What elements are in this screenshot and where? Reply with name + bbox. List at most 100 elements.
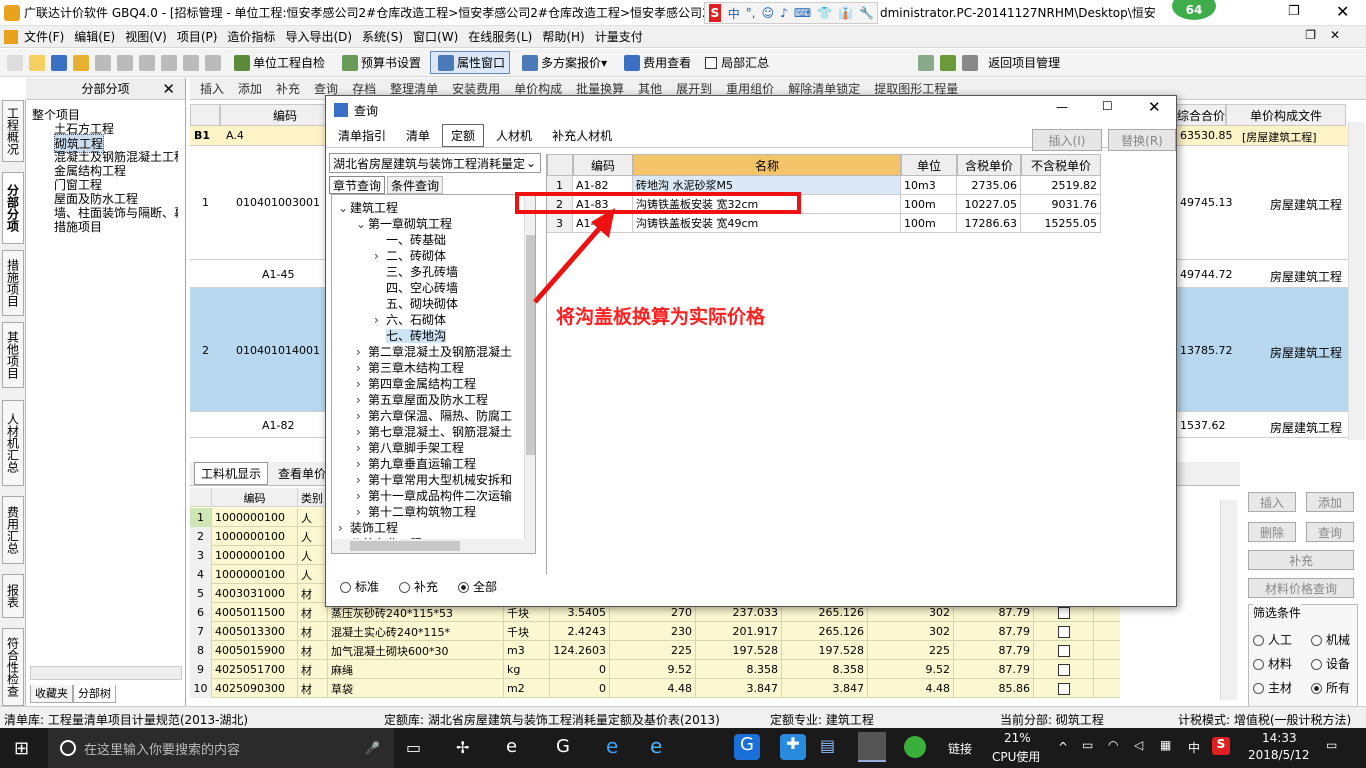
mdi-close-icon[interactable]: ✕: [1330, 28, 1340, 42]
chapter-tree-item[interactable]: › 第三章木结构工程: [356, 359, 464, 376]
tab-labor-display[interactable]: 工料机显示: [194, 462, 269, 485]
list-icon[interactable]: [962, 54, 979, 71]
tools-icon[interactable]: 🔧: [859, 6, 874, 20]
tab-supplement-lmm[interactable]: 补充人材机: [544, 125, 620, 146]
chapter-tree-item[interactable]: › 二、砖砌体: [374, 247, 446, 264]
self-check-button[interactable]: 单位工程自检: [226, 51, 330, 74]
chapter-tree-item[interactable]: › 第九章垂直运输工程: [356, 455, 476, 472]
menu-online[interactable]: 在线服务(L): [468, 28, 532, 45]
menu-import-export[interactable]: 导入导出(D): [285, 28, 352, 45]
mdi-restore-icon[interactable]: ❐: [1305, 28, 1316, 42]
radio-all[interactable]: 全部: [458, 578, 497, 595]
tab-favorites[interactable]: 收藏夹: [30, 685, 73, 703]
chapter-tree-item[interactable]: › 第十二章构筑物工程: [356, 503, 476, 520]
maximize-icon[interactable]: ☐: [1102, 99, 1113, 113]
chapter-tree-item[interactable]: › 第六章保温、隔热、防腐工: [356, 407, 512, 424]
tab-items[interactable]: 分部分项: [2, 172, 24, 244]
skin-icon[interactable]: 👕: [817, 6, 832, 20]
dialog-insert-button[interactable]: 插入(I): [1032, 129, 1102, 151]
tb2-insert[interactable]: 插入: [200, 80, 224, 97]
book-icon[interactable]: [940, 54, 957, 71]
expand-icon[interactable]: ⌄: [356, 217, 368, 231]
tab-bill-guide[interactable]: 清单指引: [330, 125, 394, 146]
menu-system[interactable]: 系统(S): [362, 28, 403, 45]
edge-icon[interactable]: e: [606, 734, 618, 758]
chapter-tree-item[interactable]: › 六、石砌体: [374, 311, 446, 328]
voice-icon[interactable]: ♪: [780, 6, 788, 20]
table-row[interactable]: 3A1-84沟铸铁盖板安装 宽49cm100m17286.6315255.05: [547, 214, 1102, 233]
tab-fee-summary[interactable]: 费用汇总: [2, 496, 24, 564]
paragraph-icon[interactable]: [918, 54, 935, 71]
ie-icon[interactable]: e: [650, 734, 662, 758]
sogou-tray-icon[interactable]: S: [1212, 737, 1230, 755]
chapter-tree-item[interactable]: › 第七章混凝土、钢筋混凝土: [356, 423, 512, 440]
restore-icon[interactable]: ❐: [1288, 4, 1300, 19]
open-icon[interactable]: [29, 54, 45, 71]
chapter-tree-item[interactable]: › 装饰工程: [338, 519, 398, 536]
task-view-icon[interactable]: ▭: [406, 738, 421, 757]
expand-icon[interactable]: ›: [356, 441, 368, 455]
add-button[interactable]: 添加: [1306, 492, 1354, 512]
menu-project[interactable]: 项目(P): [177, 28, 218, 45]
tab-other-items[interactable]: 其他项目: [2, 322, 24, 388]
cut-icon[interactable]: [95, 54, 111, 71]
menu-help[interactable]: 帮助(H): [542, 28, 584, 45]
fee-view-button[interactable]: 费用查看: [616, 51, 696, 74]
chapter-tree-item[interactable]: 五、砌块砌体: [374, 295, 458, 312]
dialog-close-icon[interactable]: ✕: [1148, 98, 1161, 116]
tab-measures[interactable]: 措施项目: [2, 250, 24, 316]
expand-icon[interactable]: ›: [356, 425, 368, 439]
delete-icon[interactable]: [161, 54, 177, 71]
expand-icon[interactable]: ›: [356, 473, 368, 487]
fan-icon[interactable]: ✢: [456, 738, 469, 757]
mic-icon[interactable]: 🎤: [365, 741, 380, 755]
chapter-tree-item[interactable]: 一、砖基础: [374, 231, 446, 248]
tab-compliance[interactable]: 符合性检查: [2, 628, 24, 706]
close-icon[interactable]: ✕: [1336, 2, 1349, 21]
radio-supplement[interactable]: 补充: [399, 578, 438, 595]
green-app-icon[interactable]: [904, 736, 926, 758]
supplement-button[interactable]: 补充: [1248, 550, 1354, 570]
tab-chapter-search[interactable]: 章节查询: [329, 176, 386, 194]
folder-icon[interactable]: [73, 54, 89, 71]
keyboard-icon[interactable]: ⌨: [794, 6, 811, 20]
delete-button[interactable]: 删除: [1248, 522, 1296, 542]
expand-icon[interactable]: ›: [356, 345, 368, 359]
price-query-button[interactable]: 材料价格查询: [1248, 578, 1354, 598]
query-button[interactable]: 查询: [1306, 522, 1354, 542]
undo-icon[interactable]: [183, 54, 199, 71]
search-box[interactable]: 在这里输入你要搜索的内容 🎤: [48, 728, 394, 768]
chapter-tree-item[interactable]: › 第五章屋面及防水工程: [356, 391, 488, 408]
tab-unit-price[interactable]: 查看单价: [272, 463, 332, 484]
table-row[interactable]: 10 4025090300 材草袋 m2 0 4.48 3.847 3.847 4.48 85.8…: [190, 679, 1120, 698]
menu-edit[interactable]: 编辑(E): [74, 28, 115, 45]
properties-window-button[interactable]: 属性窗口: [430, 51, 511, 74]
tb2-supplement[interactable]: 补充: [276, 80, 300, 97]
copy-icon[interactable]: [117, 54, 133, 71]
ime-toolbar[interactable]: S 中 °, ☺ ♪ ⌨ 👕 👔 🔧: [704, 2, 878, 24]
tab-reports[interactable]: 报表: [2, 574, 24, 618]
tree-hscrollbar[interactable]: [30, 666, 182, 680]
new-icon[interactable]: [7, 54, 23, 71]
menu-cost-index[interactable]: 造价指标: [227, 28, 275, 45]
partial-summary-checkbox[interactable]: 局部汇总: [700, 51, 774, 74]
windows-start-icon[interactable]: ⊞: [14, 738, 29, 759]
redo-icon[interactable]: [205, 54, 221, 71]
minimize-icon[interactable]: —: [1056, 100, 1068, 114]
chapter-tree-item[interactable]: 四、空心砖墙: [374, 279, 458, 296]
multi-quote-button[interactable]: 多方案报价 ▾: [514, 51, 612, 74]
glodon-g-icon[interactable]: G: [734, 734, 760, 760]
chapter-tree-item[interactable]: › 第十一章成品构件二次运输: [356, 487, 512, 504]
tb2-add[interactable]: 添加: [238, 80, 262, 97]
tree-hscrollbar[interactable]: [332, 539, 535, 553]
expand-icon[interactable]: ›: [356, 457, 368, 471]
ie-gray-icon[interactable]: e: [506, 736, 517, 757]
tab-condition-search[interactable]: 条件查询: [387, 176, 444, 194]
expand-icon[interactable]: ›: [356, 489, 368, 503]
plus-app-icon[interactable]: ✚: [780, 734, 806, 760]
insert-button[interactable]: 插入: [1248, 492, 1296, 512]
tree-item-measures[interactable]: 措施项目: [54, 218, 102, 235]
taskbar-link[interactable]: 链接: [948, 740, 972, 757]
filter-equipment[interactable]: 设备: [1311, 655, 1350, 672]
expand-icon[interactable]: ›: [356, 409, 368, 423]
